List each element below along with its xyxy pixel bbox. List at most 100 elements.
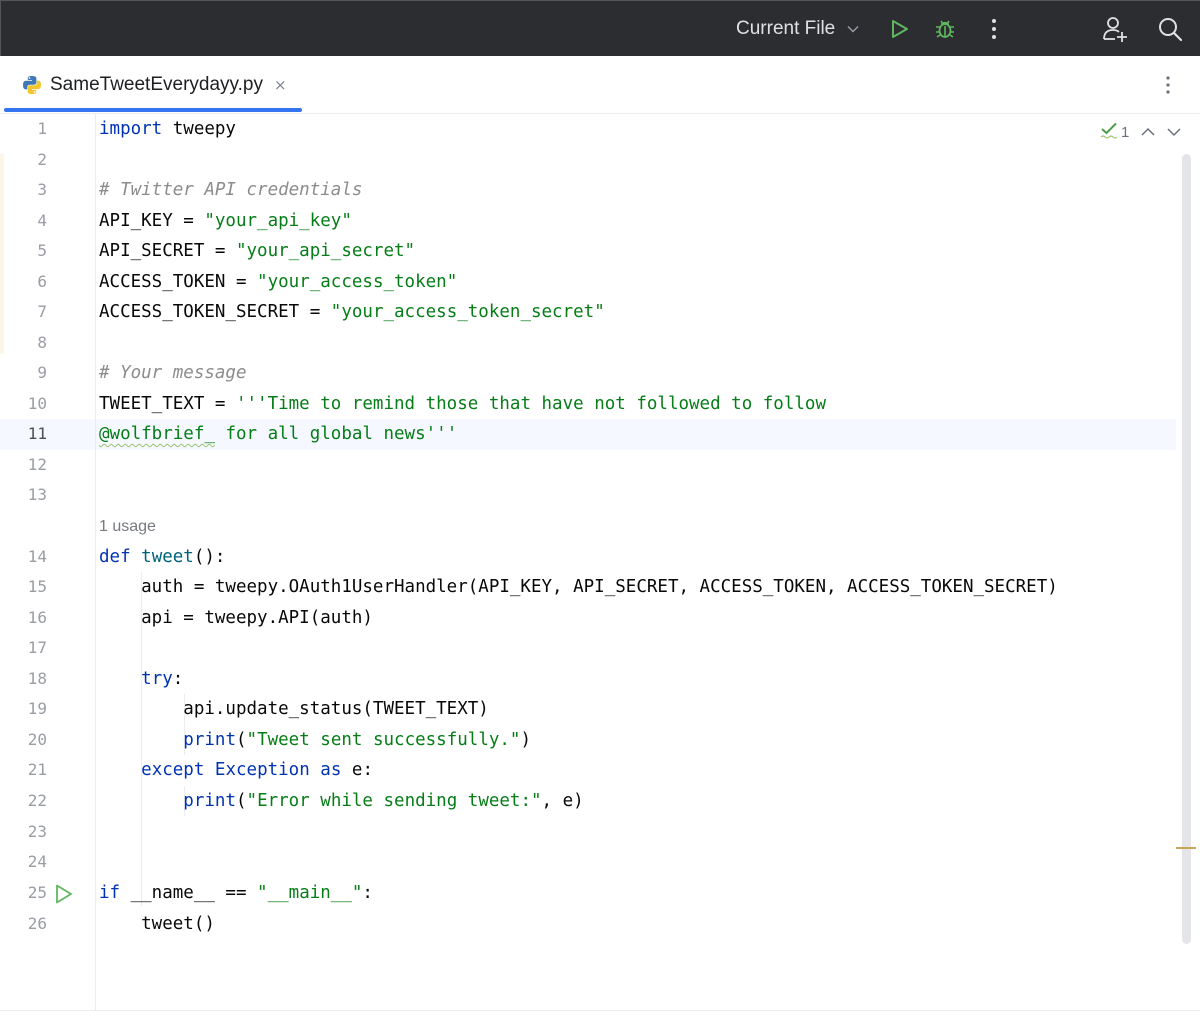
keyword: try (141, 669, 173, 689)
code-text: ( (235, 791, 247, 811)
code-text: , e) (541, 791, 584, 811)
string-literal: "your_api_key" (204, 211, 352, 231)
line-number: 24 (27, 852, 47, 871)
code-text: (): (193, 547, 226, 567)
vertical-scrollbar[interactable] (1182, 154, 1191, 944)
code-line: except Exception as e: (99, 755, 373, 785)
line-number: 2 (37, 150, 47, 169)
line-number: 16 (27, 608, 47, 627)
string-literal: "your_access_token" (257, 272, 458, 292)
add-user-icon[interactable] (1101, 15, 1129, 43)
run-icon[interactable] (885, 15, 913, 43)
editor-bottom-area (0, 1010, 1200, 1032)
code-line: api = tweepy.API(auth) (99, 608, 373, 628)
string-literal: for all global news''' (214, 424, 458, 444)
line-number: 20 (27, 730, 47, 749)
code-text: : (172, 669, 184, 689)
run-gutter-icon[interactable] (54, 883, 74, 905)
code-text: e: (341, 760, 373, 780)
line-number: 1 (37, 119, 47, 138)
run-configuration-selector[interactable]: Current File (736, 18, 859, 40)
code-line: # Twitter API credentials (99, 175, 362, 205)
keyword: import (99, 119, 163, 139)
code-line: import tweepy (99, 114, 236, 144)
line-number: 4 (37, 211, 47, 230)
code-editor[interactable]: 1 2 3 4 5 6 7 8 9 10 11 12 13 14 15 16 1… (0, 114, 1200, 1032)
code-text: ACCESS_TOKEN_SECRET = (99, 302, 331, 322)
line-number: 10 (27, 394, 47, 413)
more-vertical-icon[interactable] (980, 15, 1008, 43)
class-name: Exception (214, 760, 310, 780)
main-toolbar: Current File (0, 0, 1200, 56)
active-tab-indicator (4, 108, 302, 112)
keyword: def (99, 547, 131, 567)
line-number: 17 (27, 638, 47, 657)
string-literal: "Tweet sent successfully." (246, 730, 521, 750)
code-line: TWEET_TEXT = '''Time to remind those tha… (99, 389, 826, 419)
code-line: @wolfbrief_ for all global news''' (99, 419, 457, 449)
code-text: ACCESS_TOKEN = (99, 272, 258, 292)
code-text: API_KEY = (99, 211, 205, 231)
code-line: # Your message (99, 358, 247, 388)
checkmark-icon (1100, 121, 1118, 143)
line-number: 12 (27, 455, 47, 474)
line-number: 7 (37, 302, 47, 321)
chevron-down-icon (847, 25, 859, 33)
code-text: ( (235, 730, 247, 750)
code-text: API_SECRET = (99, 241, 236, 261)
line-number: 15 (27, 577, 47, 596)
line-number: 22 (27, 791, 47, 810)
spelling-warning-text: @wolfbrief_ (99, 424, 215, 444)
close-icon[interactable]: × (274, 76, 287, 94)
python-file-icon (22, 75, 42, 95)
line-number: 3 (37, 180, 47, 199)
line-number: 5 (37, 241, 47, 260)
line-number: 18 (27, 669, 47, 688)
code-line: def tweet(): (99, 542, 225, 572)
line-number: 9 (37, 363, 47, 382)
code-line: API_SECRET = "your_api_secret" (99, 236, 415, 266)
code-line: tweet() (99, 914, 215, 934)
line-number: 21 (27, 760, 47, 779)
code-line: print("Tweet sent successfully.") (99, 725, 531, 755)
code-line: if __name__ == "__main__": (99, 878, 373, 908)
builtin-function: print (183, 791, 236, 811)
line-number: 25 (27, 883, 47, 902)
search-icon[interactable] (1156, 15, 1184, 43)
debug-icon[interactable] (931, 15, 959, 43)
code-line: ACCESS_TOKEN = "your_access_token" (99, 267, 457, 297)
keyword: as (320, 760, 342, 780)
code-line: try: (99, 664, 183, 694)
comment: # Twitter API credentials (99, 180, 363, 200)
string-literal: '''Time to remind those that have not fo… (235, 394, 826, 414)
line-number: 19 (27, 699, 47, 718)
line-number: 23 (27, 822, 47, 841)
string-literal: "__main__" (257, 883, 363, 903)
run-configuration-label: Current File (736, 18, 836, 39)
tab-options-icon[interactable] (1158, 75, 1178, 95)
code-text: tweepy (162, 119, 236, 139)
line-number-current: 11 (27, 424, 47, 443)
code-text: __name__ == (120, 883, 258, 903)
code-text: ) (520, 730, 532, 750)
string-literal: "Error while sending tweet:" (246, 791, 542, 811)
inspection-widget[interactable]: 1 (1100, 122, 1181, 142)
line-number: 6 (37, 272, 47, 291)
string-literal: "your_api_secret" (235, 241, 416, 261)
tab-file[interactable]: SameTweetEverydayy.py × (8, 56, 302, 114)
chevron-up-icon[interactable] (1141, 127, 1155, 137)
chevron-down-icon[interactable] (1167, 127, 1181, 137)
builtin-function: print (183, 730, 236, 750)
string-literal: "your_access_token_secret" (330, 302, 605, 322)
inspection-count: 1 (1121, 123, 1130, 141)
usage-hint[interactable]: 1 usage (99, 512, 156, 542)
line-number: 14 (27, 547, 47, 566)
code-line: auth = tweepy.OAuth1UserHandler(API_KEY,… (99, 577, 1058, 597)
code-line: api.update_status(TWEET_TEXT) (99, 699, 489, 719)
scrollbar-warning-marker[interactable] (1176, 847, 1196, 849)
editor-tab-bar: SameTweetEverydayy.py × (0, 56, 1200, 114)
code-line: ACCESS_TOKEN_SECRET = "your_access_token… (99, 297, 605, 327)
code-line: print("Error while sending tweet:", e) (99, 786, 584, 816)
line-number: 26 (27, 914, 47, 933)
code-text: TWEET_TEXT = (99, 394, 236, 414)
